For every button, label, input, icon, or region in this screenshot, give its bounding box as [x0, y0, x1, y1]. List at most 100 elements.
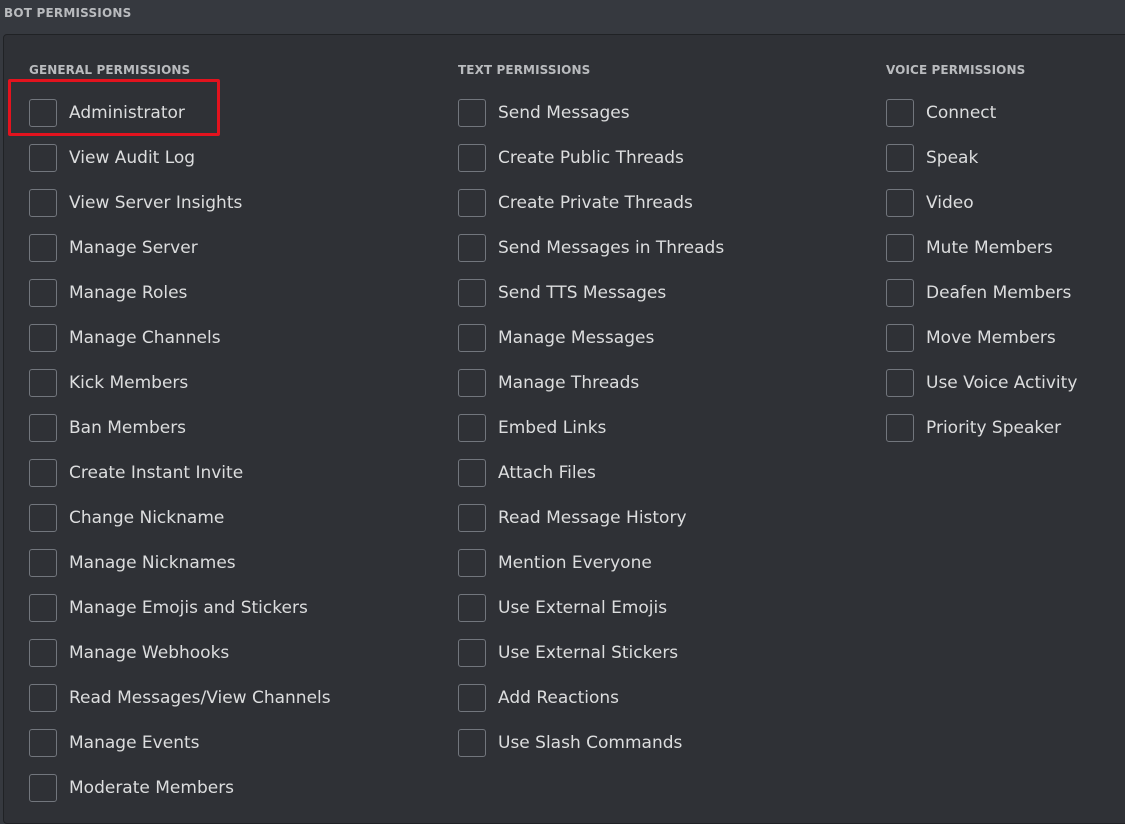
permission-label: View Audit Log: [69, 147, 196, 168]
permission-label: Manage Webhooks: [69, 642, 230, 663]
permission-manage-server[interactable]: Manage Server: [29, 225, 331, 270]
permission-speak[interactable]: Speak: [886, 135, 1077, 180]
voice-permissions-column: VOICE PERMISSIONS Connect Speak Video Mute …: [886, 63, 1077, 450]
permission-label: Embed Links: [498, 417, 607, 438]
checkbox-ban-members[interactable]: [29, 413, 57, 442]
text-permissions-column: TEXT PERMISSIONS Send Messages Create Pub…: [458, 63, 724, 765]
checkbox-add-reactions[interactable]: [458, 683, 486, 712]
permission-label: Manage Channels: [69, 327, 221, 348]
checkbox-moderate-members[interactable]: [29, 773, 57, 802]
permission-attach-files[interactable]: Attach Files: [458, 450, 724, 495]
checkbox-use-external-stickers[interactable]: [458, 638, 486, 667]
checkbox-manage-nicknames[interactable]: [29, 548, 57, 577]
permission-kick-members[interactable]: Kick Members: [29, 360, 331, 405]
checkbox-create-public-threads[interactable]: [458, 143, 486, 172]
permission-label: Use Slash Commands: [498, 732, 683, 753]
permission-label: Read Message History: [498, 507, 687, 528]
checkbox-send-messages-in-threads[interactable]: [458, 233, 486, 262]
permission-label: Ban Members: [69, 417, 187, 438]
permission-label: Move Members: [926, 327, 1056, 348]
permission-use-voice-activity[interactable]: Use Voice Activity: [886, 360, 1077, 405]
checkbox-embed-links[interactable]: [458, 413, 486, 442]
permission-view-audit-log[interactable]: View Audit Log: [29, 135, 331, 180]
permission-administrator[interactable]: Administrator: [29, 90, 331, 135]
text-permissions-list: Send Messages Create Public Threads Create…: [458, 90, 724, 765]
checkbox-mention-everyone[interactable]: [458, 548, 486, 577]
checkbox-move-members[interactable]: [886, 323, 914, 352]
checkbox-manage-webhooks[interactable]: [29, 638, 57, 667]
permission-embed-links[interactable]: Embed Links: [458, 405, 724, 450]
checkbox-create-instant-invite[interactable]: [29, 458, 57, 487]
checkbox-view-audit-log[interactable]: [29, 143, 57, 172]
permission-video[interactable]: Video: [886, 180, 1077, 225]
checkbox-use-external-emojis[interactable]: [458, 593, 486, 622]
checkbox-manage-messages[interactable]: [458, 323, 486, 352]
checkbox-manage-server[interactable]: [29, 233, 57, 262]
checkbox-read-messages-view-channels[interactable]: [29, 683, 57, 712]
permission-move-members[interactable]: Move Members: [886, 315, 1077, 360]
permission-add-reactions[interactable]: Add Reactions: [458, 675, 724, 720]
permission-label: Manage Events: [69, 732, 200, 753]
checkbox-speak[interactable]: [886, 143, 914, 172]
checkbox-deafen-members[interactable]: [886, 278, 914, 307]
permission-use-external-emojis[interactable]: Use External Emojis: [458, 585, 724, 630]
permission-label: Moderate Members: [69, 777, 235, 798]
permission-read-message-history[interactable]: Read Message History: [458, 495, 724, 540]
checkbox-manage-channels[interactable]: [29, 323, 57, 352]
checkbox-manage-threads[interactable]: [458, 368, 486, 397]
permission-deafen-members[interactable]: Deafen Members: [886, 270, 1077, 315]
checkbox-send-tts-messages[interactable]: [458, 278, 486, 307]
permission-manage-messages[interactable]: Manage Messages: [458, 315, 724, 360]
permission-label: Priority Speaker: [926, 417, 1062, 438]
permission-create-private-threads[interactable]: Create Private Threads: [458, 180, 724, 225]
checkbox-manage-roles[interactable]: [29, 278, 57, 307]
checkbox-use-voice-activity[interactable]: [886, 368, 914, 397]
permission-manage-roles[interactable]: Manage Roles: [29, 270, 331, 315]
checkbox-change-nickname[interactable]: [29, 503, 57, 532]
checkbox-read-message-history[interactable]: [458, 503, 486, 532]
permission-manage-threads[interactable]: Manage Threads: [458, 360, 724, 405]
permission-create-instant-invite[interactable]: Create Instant Invite: [29, 450, 331, 495]
checkbox-connect[interactable]: [886, 98, 914, 127]
permission-label: Manage Threads: [498, 372, 640, 393]
checkbox-priority-speaker[interactable]: [886, 413, 914, 442]
voice-permissions-list: Connect Speak Video Mute Members Deafen Memb…: [886, 90, 1077, 450]
checkbox-kick-members[interactable]: [29, 368, 57, 397]
checkbox-video[interactable]: [886, 188, 914, 217]
checkbox-administrator[interactable]: [29, 98, 57, 127]
permission-connect[interactable]: Connect: [886, 90, 1077, 135]
permission-send-tts-messages[interactable]: Send TTS Messages: [458, 270, 724, 315]
permission-send-messages[interactable]: Send Messages: [458, 90, 724, 135]
permission-manage-channels[interactable]: Manage Channels: [29, 315, 331, 360]
permission-manage-nicknames[interactable]: Manage Nicknames: [29, 540, 331, 585]
section-title: BOT PERMISSIONS: [4, 6, 132, 20]
permission-change-nickname[interactable]: Change Nickname: [29, 495, 331, 540]
checkbox-create-private-threads[interactable]: [458, 188, 486, 217]
permission-ban-members[interactable]: Ban Members: [29, 405, 331, 450]
permission-label: View Server Insights: [69, 192, 243, 213]
permission-mention-everyone[interactable]: Mention Everyone: [458, 540, 724, 585]
permission-label: Create Public Threads: [498, 147, 684, 168]
permission-send-messages-in-threads[interactable]: Send Messages in Threads: [458, 225, 724, 270]
checkbox-manage-events[interactable]: [29, 728, 57, 757]
permission-moderate-members[interactable]: Moderate Members: [29, 765, 331, 810]
permission-label: Administrator: [69, 102, 185, 123]
permission-manage-webhooks[interactable]: Manage Webhooks: [29, 630, 331, 675]
permission-read-messages-view-channels[interactable]: Read Messages/View Channels: [29, 675, 331, 720]
permission-view-server-insights[interactable]: View Server Insights: [29, 180, 331, 225]
permission-use-external-stickers[interactable]: Use External Stickers: [458, 630, 724, 675]
permission-manage-emojis-and-stickers[interactable]: Manage Emojis and Stickers: [29, 585, 331, 630]
permission-priority-speaker[interactable]: Priority Speaker: [886, 405, 1077, 450]
permission-create-public-threads[interactable]: Create Public Threads: [458, 135, 724, 180]
permission-mute-members[interactable]: Mute Members: [886, 225, 1077, 270]
checkbox-view-server-insights[interactable]: [29, 188, 57, 217]
permission-manage-events[interactable]: Manage Events: [29, 720, 331, 765]
checkbox-mute-members[interactable]: [886, 233, 914, 262]
permission-label: Send TTS Messages: [498, 282, 667, 303]
permission-use-slash-commands[interactable]: Use Slash Commands: [458, 720, 724, 765]
checkbox-attach-files[interactable]: [458, 458, 486, 487]
checkbox-use-slash-commands[interactable]: [458, 728, 486, 757]
text-permissions-header: TEXT PERMISSIONS: [458, 63, 591, 77]
checkbox-manage-emojis-and-stickers[interactable]: [29, 593, 57, 622]
checkbox-send-messages[interactable]: [458, 98, 486, 127]
